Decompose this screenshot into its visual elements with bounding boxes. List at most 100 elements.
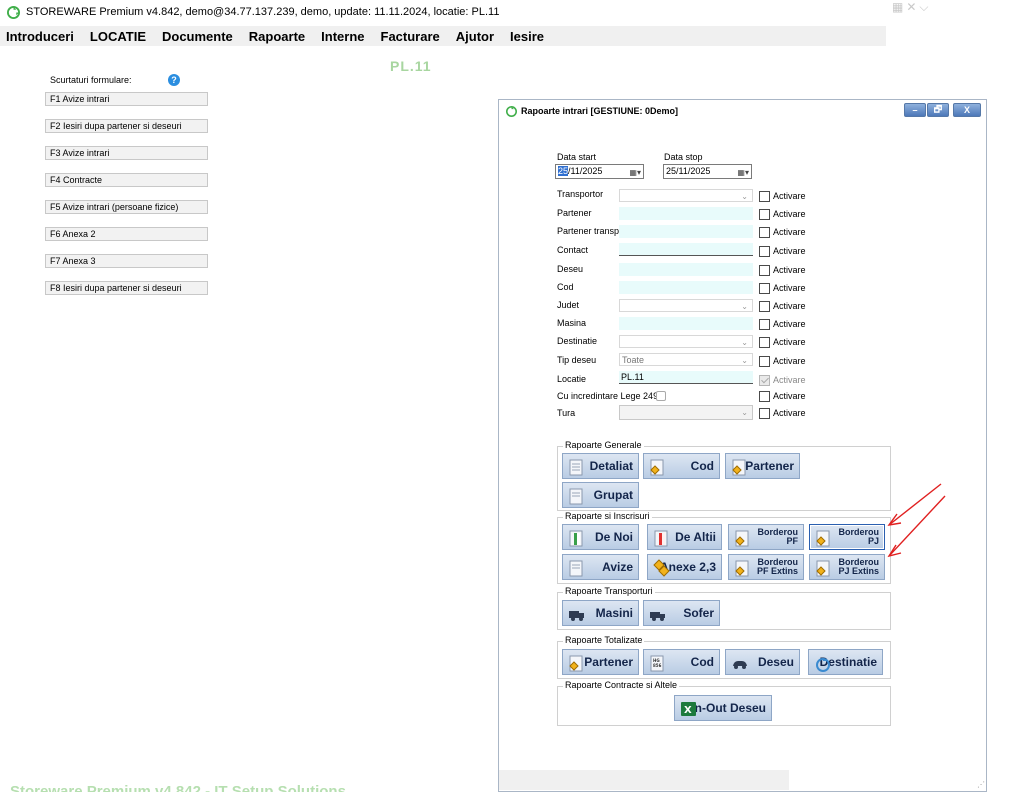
menu-ajutor[interactable]: Ajutor	[456, 29, 494, 44]
destinatie-combo[interactable]: ⌄	[619, 335, 753, 348]
locatie-input[interactable]: PL.11	[619, 371, 753, 384]
report-total-cod-button[interactable]: HG 856 Cod	[643, 649, 720, 675]
menu-rapoarte[interactable]: Rapoarte	[249, 29, 305, 44]
car-icon	[733, 661, 747, 669]
dialog-close-button[interactable]: X	[953, 103, 981, 117]
menu-documente[interactable]: Documente	[162, 29, 233, 44]
dialog-restore-button[interactable]: 🗗	[927, 103, 949, 117]
report-borderou-pj-button[interactable]: Borderou PJ	[809, 524, 885, 550]
activare-label: Activare	[773, 301, 806, 311]
transportor-combo[interactable]: ⌄	[619, 189, 753, 202]
shortcut-f2[interactable]: F2 Iesiri dupa partener si deseuri	[45, 119, 208, 133]
deseu-activare-checkbox[interactable]	[759, 265, 770, 276]
date-start-rest: /11/2025	[568, 166, 603, 176]
date-stop-value: 25/11/2025	[666, 166, 711, 176]
location-label: PL.11	[390, 58, 432, 74]
activare-label: Activare	[773, 246, 806, 256]
activare-label: Activare	[773, 408, 806, 418]
report-sofer-button[interactable]: Sofer	[643, 600, 720, 626]
contact-input[interactable]	[619, 243, 753, 256]
masina-input[interactable]	[619, 317, 753, 330]
judet-activare-checkbox[interactable]	[759, 301, 770, 312]
report-partener-button[interactable]: Partener	[725, 453, 800, 479]
report-avize-button[interactable]: Avize	[562, 554, 639, 580]
warning-diamond-icon	[735, 560, 749, 577]
storeware-recycle-icon	[6, 5, 20, 19]
chevron-down-icon: ⌄	[741, 356, 748, 365]
masina-label: Masina	[557, 318, 587, 328]
judet-combo[interactable]: ⌄	[619, 299, 753, 312]
lege-249-activare-checkbox[interactable]	[759, 391, 770, 402]
warning-diamond-icon	[650, 459, 664, 476]
partener-transp-activare-checkbox[interactable]	[759, 227, 770, 238]
report-in-out-deseu-button[interactable]: X In-Out Deseu	[674, 695, 772, 721]
activare-label: Activare	[773, 356, 806, 366]
date-stop-picker[interactable]: 25/11/2025 ▦▾	[663, 164, 752, 179]
calendar-icon[interactable]: ▦▾	[737, 166, 749, 179]
annotation-arrows	[887, 483, 946, 558]
contact-activare-checkbox[interactable]	[759, 246, 770, 257]
cod-label: Cod	[557, 282, 574, 292]
menu-interne[interactable]: Interne	[321, 29, 364, 44]
partener-input[interactable]	[619, 207, 753, 220]
partener-transp-input[interactable]	[619, 225, 753, 238]
report-grupat-button[interactable]: Grupat	[562, 482, 639, 508]
help-icon[interactable]: ?	[168, 74, 180, 86]
masina-activare-checkbox[interactable]	[759, 319, 770, 330]
excel-icon: X	[681, 702, 696, 716]
report-total-partener-button[interactable]: Partener	[562, 649, 639, 675]
window-layout-icon[interactable]: ▦	[892, 0, 903, 14]
chevron-down-icon: ⌄	[741, 302, 748, 311]
report-detaliat-button[interactable]: Detaliat	[562, 453, 639, 479]
menu-iesire[interactable]: Iesire	[510, 29, 544, 44]
report-total-destinatie-button[interactable]: Destinatie	[808, 649, 883, 675]
judet-label: Judet	[557, 300, 580, 310]
partener-activare-checkbox[interactable]	[759, 209, 770, 220]
window-controls: ▦ ✕ ⌵	[892, 0, 929, 14]
shortcut-f4[interactable]: F4 Contracte	[45, 173, 208, 187]
shortcut-f6[interactable]: F6 Anexa 2	[45, 227, 208, 241]
shortcut-f3[interactable]: F3 Avize intrari	[45, 146, 208, 160]
report-de-altii-button[interactable]: De Altii	[647, 524, 722, 550]
cod-input[interactable]	[619, 281, 753, 294]
report-de-noi-button[interactable]: De Noi	[562, 524, 639, 550]
date-start-picker[interactable]: 25/11/2025 ▦▾	[555, 164, 644, 179]
group-title: Rapoarte Contracte si Altele	[563, 680, 680, 690]
report-borderou-pf-button[interactable]: Borderou PF	[728, 524, 804, 550]
deseu-input[interactable]	[619, 263, 753, 276]
group-title: Rapoarte si Inscrisuri	[563, 511, 652, 521]
destinatie-label: Destinatie	[557, 336, 598, 346]
report-borderou-pf-extins-button[interactable]: Borderou PF Extins	[728, 554, 804, 580]
report-anexe-button[interactable]: Anexe 2,3	[647, 554, 722, 580]
menu-locatie[interactable]: LOCATIE	[90, 29, 146, 44]
tip-deseu-combo[interactable]: Toate ⌄	[619, 353, 753, 366]
document-icon	[569, 560, 583, 577]
truck-icon	[569, 611, 584, 621]
calendar-icon[interactable]: ▦▾	[629, 166, 641, 179]
destinatie-activare-checkbox[interactable]	[759, 337, 770, 348]
shortcut-f1[interactable]: F1 Avize intrari	[45, 92, 208, 106]
report-masini-button[interactable]: Masini	[562, 600, 639, 626]
transportor-activare-checkbox[interactable]	[759, 191, 770, 202]
close-icon[interactable]: ✕	[906, 0, 916, 14]
cod-activare-checkbox[interactable]	[759, 283, 770, 294]
menu-introduceri[interactable]: Introduceri	[6, 29, 74, 44]
resize-grip-icon[interactable]: ⋰	[977, 780, 985, 789]
tura-activare-checkbox[interactable]	[759, 408, 770, 419]
warning-diamond-icon	[816, 530, 830, 547]
chevron-down-icon: ⌄	[741, 338, 748, 347]
tip-deseu-activare-checkbox[interactable]	[759, 356, 770, 367]
shortcut-f7[interactable]: F7 Anexa 3	[45, 254, 208, 268]
shortcut-f8[interactable]: F8 Iesiri dupa partener si deseuri	[45, 281, 208, 295]
shortcut-f5[interactable]: F5 Avize intrari (persoane fizice)	[45, 200, 208, 214]
chevron-down-icon[interactable]: ⌵	[919, 0, 928, 15]
report-cod-button[interactable]: Cod	[643, 453, 720, 479]
storeware-recycle-icon	[505, 105, 517, 117]
romanian-flag-icon	[654, 530, 668, 547]
tura-combo[interactable]: ⌄	[619, 405, 753, 420]
report-borderou-pj-extins-button[interactable]: Borderou PJ Extins	[809, 554, 885, 580]
report-total-deseu-button[interactable]: Deseu	[725, 649, 800, 675]
menu-facturare[interactable]: Facturare	[381, 29, 440, 44]
dialog-minimize-button[interactable]: –	[904, 103, 926, 117]
lege-249-checkbox[interactable]	[656, 391, 666, 401]
